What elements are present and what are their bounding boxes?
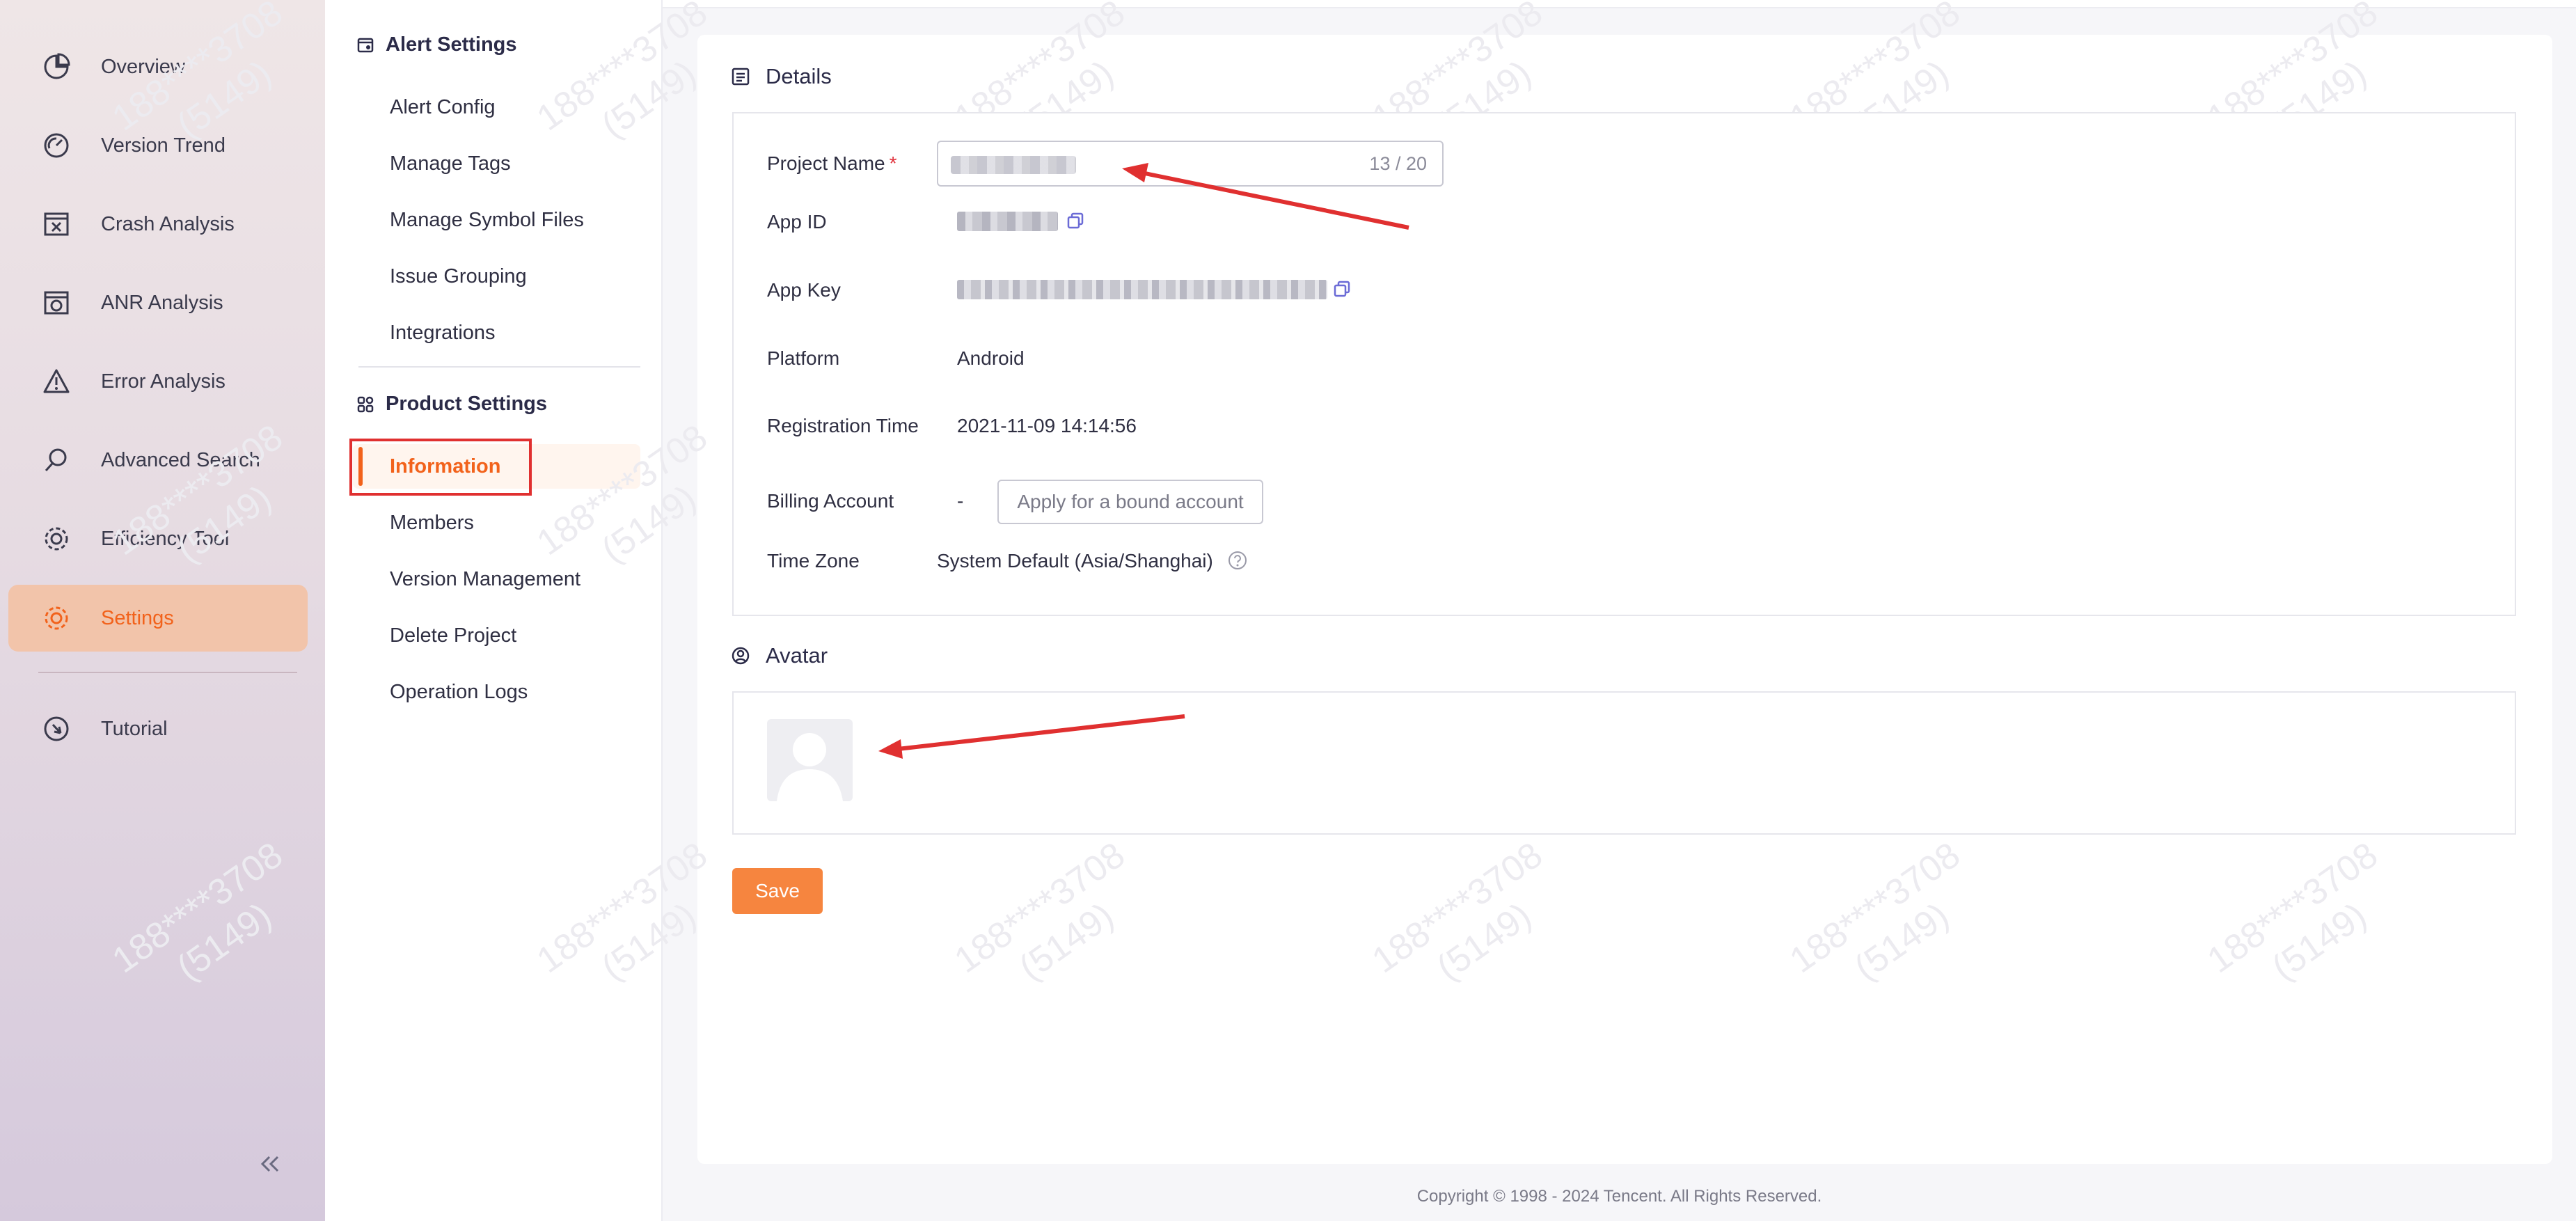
apply-bound-account-button[interactable]: Apply for a bound account bbox=[997, 480, 1263, 524]
time-zone-value: System Default (Asia/Shanghai) bbox=[937, 550, 1213, 572]
nav-item-error-analysis[interactable]: Error Analysis bbox=[8, 348, 308, 415]
nav-item-label: ANR Analysis bbox=[101, 291, 223, 314]
submenu-item-integrations[interactable]: Integrations bbox=[390, 319, 496, 347]
document-list-icon bbox=[731, 66, 752, 87]
main-sidebar: Overview Version Trend Crash Analysis AN… bbox=[0, 0, 325, 1221]
platform-value: Android bbox=[957, 347, 1025, 369]
search-icon bbox=[40, 443, 73, 477]
anr-window-icon bbox=[40, 286, 73, 320]
nav-item-label: Efficiency Tool bbox=[101, 527, 230, 550]
alert-settings-icon bbox=[356, 36, 376, 55]
double-chevron-left-icon bbox=[257, 1151, 282, 1180]
question-circle-icon[interactable] bbox=[1227, 550, 1248, 571]
submenu-item-members[interactable]: Members bbox=[390, 509, 474, 537]
top-bar bbox=[663, 0, 2576, 8]
settings-submenu: Alert Settings Alert Config Manage Tags … bbox=[325, 0, 663, 1221]
group-title-label: Product Settings bbox=[386, 393, 548, 415]
alert-settings-group-title: Alert Settings bbox=[356, 33, 517, 56]
nav-item-anr-analysis[interactable]: ANR Analysis bbox=[8, 269, 308, 336]
app-id-label: App ID bbox=[767, 211, 827, 233]
submenu-item-issue-grouping[interactable]: Issue Grouping bbox=[390, 262, 527, 290]
time-zone-label: Time Zone bbox=[767, 550, 860, 572]
submenu-item-operation-logs[interactable]: Operation Logs bbox=[390, 678, 528, 706]
nav-item-crash-analysis[interactable]: Crash Analysis bbox=[8, 191, 308, 258]
app-key-label: App Key bbox=[767, 279, 841, 301]
nav-item-label: Version Trend bbox=[101, 134, 226, 157]
submenu-item-alert-config[interactable]: Alert Config bbox=[390, 93, 496, 121]
avatar-box bbox=[732, 691, 2516, 835]
pie-chart-icon bbox=[40, 50, 73, 84]
copy-icon[interactable] bbox=[1333, 280, 1351, 298]
annotation-highlight-box bbox=[349, 439, 532, 496]
nav-item-label: Overview bbox=[101, 55, 185, 78]
nav-item-overview[interactable]: Overview bbox=[8, 33, 308, 100]
nav-item-efficiency-tool[interactable]: Efficiency Tool bbox=[8, 505, 308, 572]
product-settings-group-title: Product Settings bbox=[356, 393, 547, 416]
nav-item-label: Settings bbox=[101, 606, 174, 629]
nav-item-label: Crash Analysis bbox=[101, 212, 235, 235]
warning-triangle-icon bbox=[40, 365, 73, 398]
billing-account-label: Billing Account bbox=[767, 490, 894, 512]
submenu-item-manage-symbol-files[interactable]: Manage Symbol Files bbox=[390, 206, 584, 234]
details-section-header: Details bbox=[731, 64, 832, 89]
project-name-value-blurred bbox=[951, 156, 1076, 174]
nav-item-settings[interactable]: Settings bbox=[8, 585, 308, 652]
settings-gear-icon bbox=[40, 601, 73, 635]
submenu-item-delete-project[interactable]: Delete Project bbox=[390, 622, 516, 649]
nav-divider bbox=[38, 672, 297, 673]
app-id-value-blurred bbox=[957, 212, 1058, 231]
default-avatar-icon bbox=[777, 733, 843, 801]
submenu-item-version-management[interactable]: Version Management bbox=[390, 565, 580, 593]
gear-icon bbox=[40, 522, 73, 556]
avatar-placeholder[interactable] bbox=[767, 719, 853, 801]
collapse-sidebar-button[interactable] bbox=[254, 1150, 285, 1181]
registration-time-label: Registration Time bbox=[767, 415, 919, 436]
nav-item-label: Tutorial bbox=[101, 717, 168, 740]
avatar-title: Avatar bbox=[766, 643, 828, 668]
product-settings-icon bbox=[356, 395, 376, 414]
registration-time-value: 2021-11-09 14:14:56 bbox=[957, 415, 1137, 436]
submenu-item-manage-tags[interactable]: Manage Tags bbox=[390, 150, 511, 178]
save-button[interactable]: Save bbox=[732, 868, 823, 914]
nav-item-label: Error Analysis bbox=[101, 370, 226, 393]
nav-item-label: Advanced Search bbox=[101, 448, 260, 471]
submenu-divider bbox=[358, 366, 640, 368]
nav-item-version-trend[interactable]: Version Trend bbox=[8, 112, 308, 179]
compass-icon bbox=[40, 712, 73, 746]
project-name-label: Project Name * bbox=[767, 152, 897, 174]
group-title-label: Alert Settings bbox=[386, 33, 517, 56]
user-circle-icon bbox=[731, 645, 752, 666]
app-key-value-blurred bbox=[957, 280, 1327, 299]
details-title: Details bbox=[766, 64, 832, 88]
platform-label: Platform bbox=[767, 347, 840, 369]
gauge-icon bbox=[40, 129, 73, 162]
nav-item-advanced-search[interactable]: Advanced Search bbox=[8, 427, 308, 494]
crash-window-icon bbox=[40, 207, 73, 241]
copyright-text: Copyright © 1998 - 2024 Tencent. All Rig… bbox=[1416, 1187, 1822, 1206]
project-name-input[interactable]: 13 / 20 bbox=[937, 141, 1444, 187]
avatar-section-header: Avatar bbox=[731, 643, 828, 668]
copy-icon[interactable] bbox=[1066, 212, 1084, 230]
nav-item-tutorial[interactable]: Tutorial bbox=[8, 695, 308, 762]
character-counter: 13 / 20 bbox=[1369, 153, 1427, 174]
billing-account-value: - bbox=[957, 490, 964, 512]
